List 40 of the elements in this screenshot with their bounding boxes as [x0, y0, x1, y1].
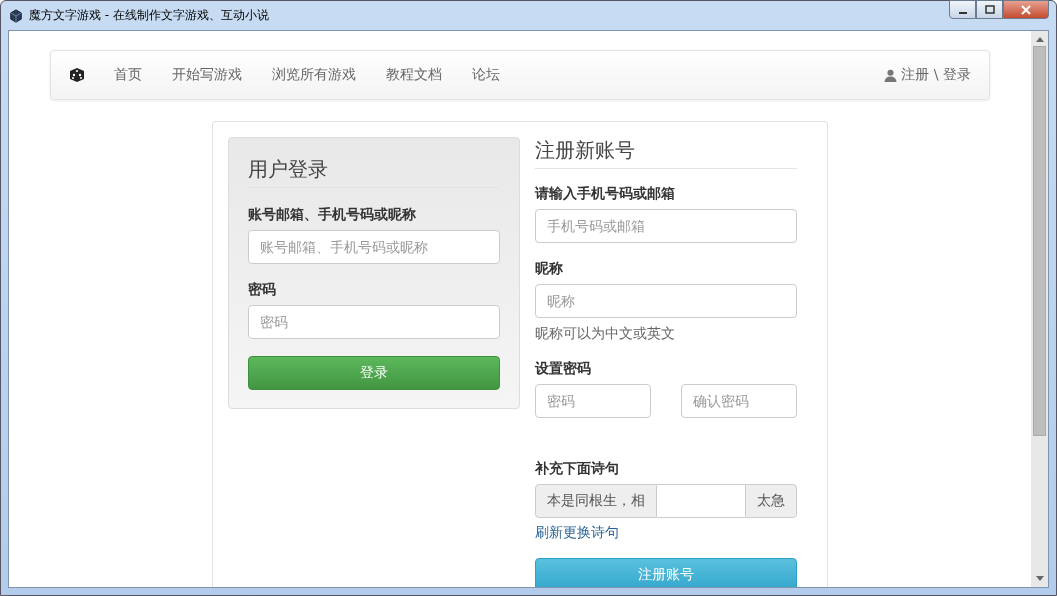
login-link[interactable]: 注册 \ 登录	[897, 66, 971, 84]
input-field[interactable]: 账号邮箱、手机号码或昵称	[248, 230, 500, 264]
close-button[interactable]	[1003, 0, 1049, 19]
input-field[interactable]: 手机号码或邮箱	[535, 209, 797, 243]
nav-link[interactable]: 论坛	[457, 66, 515, 84]
input-field[interactable]: 确认密码	[681, 384, 797, 418]
field-label: 账号邮箱、手机号码或昵称	[248, 206, 417, 224]
poem-suffix: 太急	[745, 484, 797, 518]
nav-link[interactable]: 教程文档	[371, 66, 457, 84]
maximize-button[interactable]	[976, 0, 1003, 19]
maximize-icon	[984, 4, 995, 15]
close-icon	[1021, 4, 1031, 15]
field-label: 昵称	[535, 260, 564, 278]
input-field[interactable]: 昵称	[535, 284, 797, 318]
help-text: 昵称可以为中文或英文	[535, 325, 676, 343]
minimize-icon	[958, 11, 967, 14]
panel-title: 注册新账号	[535, 137, 797, 169]
dice-icon[interactable]	[69, 67, 85, 83]
refresh-poem-link[interactable]: 刷新更换诗句	[535, 524, 619, 542]
field-label: 补充下面诗句	[535, 460, 620, 478]
scroll-down-icon[interactable]	[1035, 576, 1044, 582]
field-label: 设置密码	[535, 360, 592, 378]
field-label: 密码	[248, 281, 277, 299]
nav-link[interactable]: 浏览所有游戏	[257, 66, 371, 84]
scroll-up-icon[interactable]	[1035, 36, 1044, 42]
minimize-button[interactable]	[949, 0, 976, 19]
field-label: 请输入手机号码或邮箱	[535, 185, 676, 203]
cube-icon	[9, 8, 23, 23]
scrollbar[interactable]	[1031, 31, 1048, 587]
input-field[interactable]	[657, 484, 745, 518]
poem-prefix: 本是同根生，相	[535, 484, 657, 518]
scroll-thumb[interactable]	[1033, 46, 1046, 436]
nav-link[interactable]: 首页	[99, 66, 157, 84]
panel-title: 用户登录	[248, 156, 500, 188]
input-field[interactable]: 密码	[248, 305, 500, 339]
input-field[interactable]: 密码	[535, 384, 651, 418]
nav-link[interactable]: 开始写游戏	[157, 66, 257, 84]
window-title: 魔方文字游戏 - 在线制作文字游戏、互动小说	[29, 7, 269, 24]
login-button[interactable]: 登录	[248, 356, 500, 390]
user-icon	[884, 68, 898, 82]
